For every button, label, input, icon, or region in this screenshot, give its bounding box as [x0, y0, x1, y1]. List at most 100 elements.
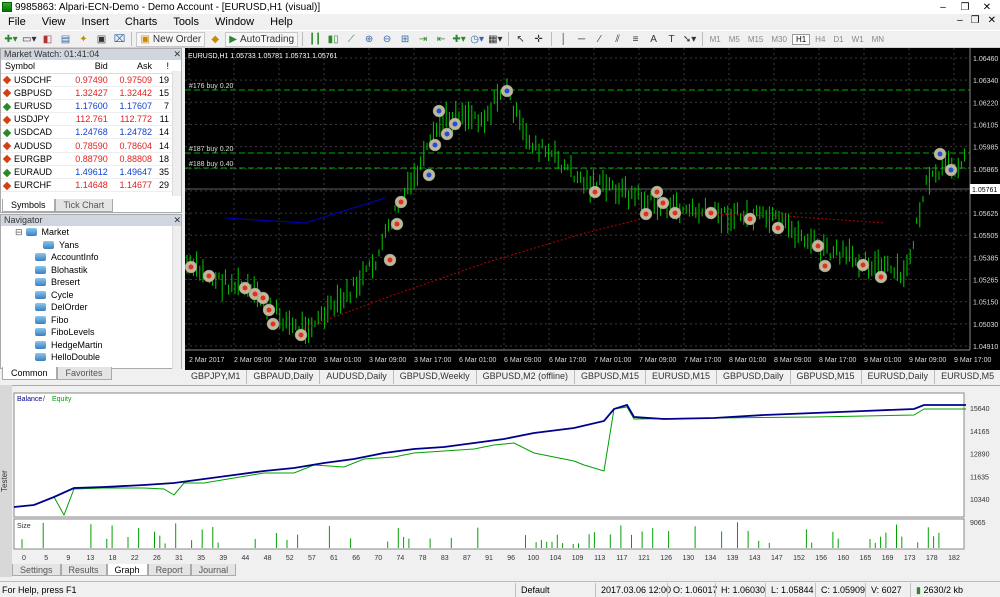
zoom-out-icon[interactable]: ⊖ [379, 32, 395, 47]
minimize-button[interactable]: – [932, 0, 954, 14]
navigator-icon[interactable]: ✦ [75, 32, 91, 47]
autotrading-button[interactable]: ▶ AutoTrading [225, 31, 299, 47]
chart-tab[interactable]: GBPUSD,Daily [717, 370, 791, 384]
market-watch-row[interactable]: EURAUD 1.49612 1.49647 35 [1, 165, 173, 180]
navigator-item[interactable]: ⊟ Market [1, 226, 181, 239]
chart-tab[interactable]: GBPUSD,Weekly [394, 370, 477, 384]
tab-report[interactable]: Report [147, 564, 191, 576]
text-icon[interactable]: A [646, 32, 662, 47]
navigator-item[interactable]: AccountInfo [1, 251, 181, 264]
market-watch-row[interactable]: USDJPY 112.761 112.772 11 [1, 112, 173, 127]
tf-w1[interactable]: W1 [849, 35, 867, 44]
navigator-item[interactable]: Fibo [1, 314, 181, 327]
col-symbol[interactable]: Symbol [1, 60, 68, 74]
new-order-button[interactable]: ▣ New Order [136, 31, 206, 47]
navigator-item[interactable]: Bresert [1, 276, 181, 289]
candles-icon[interactable]: ▮▯ [325, 32, 341, 47]
tile-windows-icon[interactable]: ⊞ [397, 32, 413, 47]
market-watch-row[interactable]: AUDUSD 0.78590 0.78604 14 [1, 138, 173, 153]
market-watch-icon[interactable]: ◧ [39, 32, 55, 47]
col-bid[interactable]: Bid [67, 60, 112, 74]
panel-close-icon[interactable]: ✕ [173, 49, 181, 60]
tf-m1[interactable]: M1 [707, 35, 724, 44]
collapse-icon[interactable]: ⊟ [15, 227, 23, 238]
templates-icon[interactable]: ▦▾ [487, 32, 503, 47]
navigator-item[interactable]: Blohastik [1, 264, 181, 277]
autoscroll-icon[interactable]: ⇥ [415, 32, 431, 47]
terminal-icon[interactable]: ▣ [93, 32, 109, 47]
crosshair-icon[interactable]: ✛ [531, 32, 547, 47]
metaeditor-icon[interactable]: ◆ [207, 32, 223, 47]
trendline-icon[interactable]: ∕ [592, 32, 608, 47]
periods-icon[interactable]: ◷▾ [469, 32, 485, 47]
chart-shift-icon[interactable]: ⇤ [433, 32, 449, 47]
zoom-in-icon[interactable]: ⊕ [361, 32, 377, 47]
tf-m5[interactable]: M5 [726, 35, 743, 44]
tf-d1[interactable]: D1 [830, 35, 846, 44]
market-watch-row[interactable]: USDCHF 0.97490 0.97509 19 [1, 73, 173, 87]
close-button[interactable]: ✕ [976, 0, 998, 14]
tab-settings[interactable]: Settings [12, 564, 61, 576]
panel-close-icon[interactable]: ✕ [173, 215, 181, 226]
tab-journal[interactable]: Journal [190, 564, 237, 576]
tf-h1[interactable]: H1 [791, 33, 811, 45]
arrows-icon[interactable]: ➘▾ [682, 32, 698, 47]
channel-icon[interactable]: ⫽ [610, 32, 626, 47]
horizontal-line-icon[interactable]: ─ [574, 32, 590, 47]
chart-tab[interactable]: EURUSD,M5 [935, 370, 1000, 384]
navigator-item[interactable]: HelloDouble [1, 351, 181, 364]
chart-tab[interactable]: GBPJPY,M1 [185, 370, 248, 384]
navigator-item[interactable]: Cycle [1, 289, 181, 302]
tf-h4[interactable]: H4 [812, 35, 828, 44]
col-spread[interactable]: ! [156, 60, 173, 74]
vertical-line-icon[interactable]: │ [556, 32, 572, 47]
tab-common[interactable]: Common [2, 367, 57, 380]
market-watch-scrollbar[interactable] [172, 71, 181, 196]
tester-icon[interactable]: ⌧ [111, 32, 127, 47]
line-chart-icon[interactable]: ⟋ [343, 32, 359, 47]
chart-tab[interactable]: EURUSD,M15 [646, 370, 717, 384]
profiles-icon[interactable]: ▭▾ [21, 32, 37, 47]
menu-charts[interactable]: Charts [117, 16, 165, 28]
menu-tools[interactable]: Tools [165, 16, 207, 28]
mdi-close-button[interactable]: ✕ [988, 15, 996, 26]
tab-graph[interactable]: Graph [106, 564, 148, 576]
navigator-item[interactable]: HedgeMartin [1, 339, 181, 352]
navigator-item[interactable]: Yans [1, 239, 181, 252]
menu-view[interactable]: View [34, 16, 74, 28]
chart-tab[interactable]: GBPUSD,M2 (offline) [477, 370, 575, 384]
tab-results[interactable]: Results [60, 564, 107, 576]
tf-mn[interactable]: MN [869, 35, 887, 44]
data-window-icon[interactable]: ▤ [57, 32, 73, 47]
menu-help[interactable]: Help [262, 16, 301, 28]
tab-symbols[interactable]: Symbols [2, 199, 55, 212]
chart-tab[interactable]: GBPUSD,M15 [575, 370, 646, 384]
mdi-minimize-button[interactable]: – [957, 15, 963, 26]
market-watch-row[interactable]: USDCAD 1.24768 1.24782 14 [1, 125, 173, 140]
market-watch-row[interactable]: EURGBP 0.88790 0.88808 18 [1, 152, 173, 166]
market-watch-row[interactable]: EURUSD 1.17600 1.17607 7 [1, 99, 173, 114]
menu-file[interactable]: File [0, 16, 34, 28]
menu-window[interactable]: Window [207, 16, 262, 28]
label-icon[interactable]: T [664, 32, 680, 47]
tf-m15[interactable]: M15 [745, 35, 767, 44]
price-chart[interactable]: 1.06460 1.06340 1.06220 1.06105 1.05985 1.058… [184, 48, 1000, 370]
market-watch-row[interactable]: EURCHF 1.14648 1.14677 29 [1, 178, 173, 193]
tab-tick-chart[interactable]: Tick Chart [54, 199, 114, 212]
chart-tab[interactable]: GBPUSD,M15 [791, 370, 862, 384]
chart-tab[interactable]: GBPAUD,Daily [247, 370, 321, 384]
navigator-scrollbar[interactable] [172, 226, 181, 369]
menu-insert[interactable]: Insert [73, 16, 117, 28]
fibonacci-icon[interactable]: ≡ [628, 32, 644, 47]
market-watch-row[interactable]: GBPUSD 1.32427 1.32442 15 [1, 86, 173, 100]
chart-tab[interactable]: AUDUSD,Daily [320, 370, 394, 384]
bar-chart-icon[interactable]: ┃┃ [307, 32, 323, 47]
new-chart-icon[interactable]: ✚▾ [3, 32, 19, 47]
tf-m30[interactable]: M30 [768, 35, 790, 44]
restore-button[interactable]: ❐ [954, 0, 976, 14]
col-ask[interactable]: Ask [111, 60, 157, 74]
tab-favorites[interactable]: Favorites [56, 367, 112, 380]
mdi-restore-button[interactable]: ❐ [971, 15, 980, 26]
navigator-item[interactable]: FiboLevels [1, 326, 181, 339]
navigator-item[interactable]: DelOrder [1, 301, 181, 314]
